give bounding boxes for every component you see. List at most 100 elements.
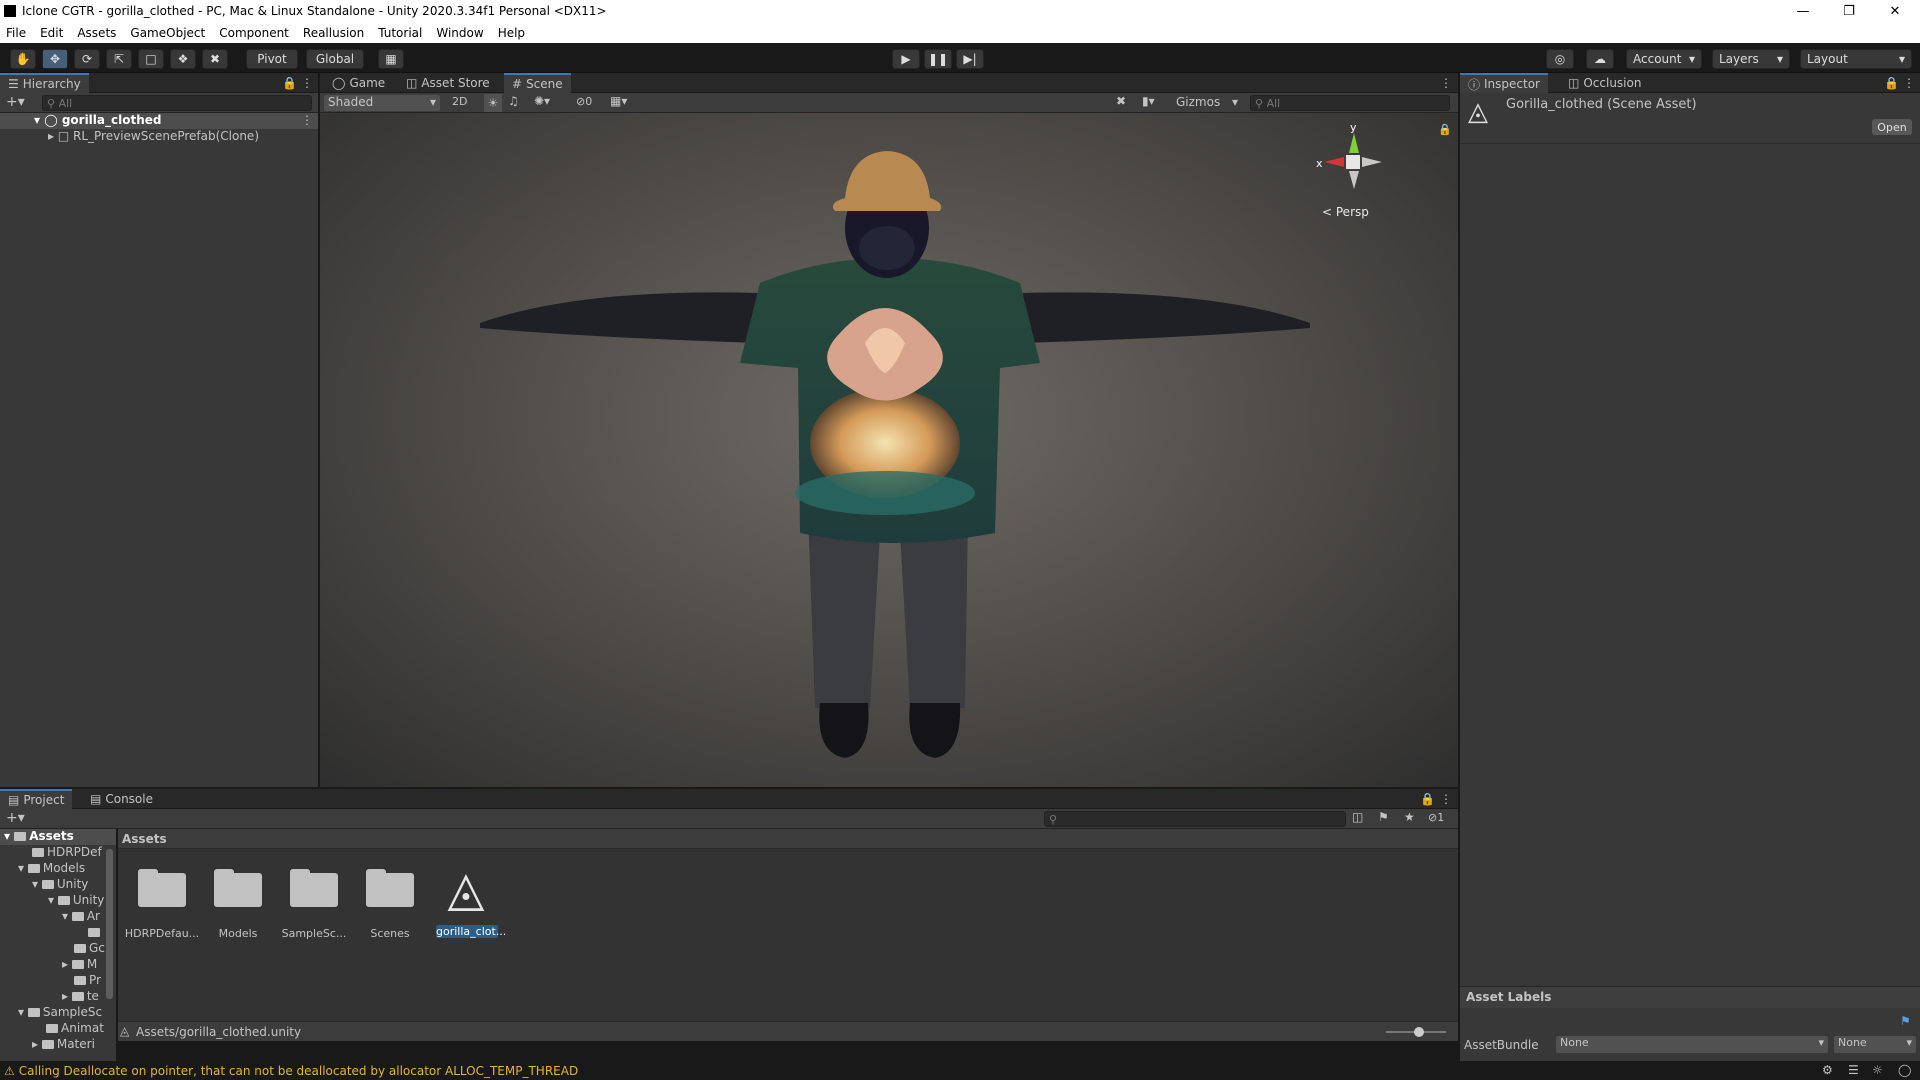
menu-help[interactable]: Help [498, 26, 525, 40]
tree-item-hdrp[interactable]: HDRPDef [32, 845, 102, 859]
tree-item-materi[interactable]: ▸ Materi [32, 1037, 95, 1051]
gizmo-center-cube[interactable] [1346, 155, 1360, 169]
shading-mode-dropdown[interactable]: Shaded ▾ [324, 95, 440, 111]
hidden-packages-counter[interactable]: ⊘ 1 [1428, 811, 1444, 824]
tree-item-samplescenes[interactable]: ▾ SampleSc [18, 1005, 102, 1019]
tree-item-m[interactable]: ▸ M [62, 957, 97, 971]
grid-snap-icon[interactable]: ▦ [378, 49, 404, 69]
kebab-menu-icon[interactable]: ⋮ [301, 76, 313, 90]
menu-tutorial[interactable]: Tutorial [378, 26, 422, 40]
lock-icon[interactable]: 🔒 [1420, 792, 1435, 806]
camera-icon[interactable]: ▮▾ [1142, 94, 1155, 108]
hierarchy-item-prefab[interactable]: ▸ □ RL_PreviewScenePrefab(Clone) [48, 129, 259, 143]
progress-icon[interactable]: ☰ [1848, 1063, 1859, 1077]
tag-icon[interactable]: ⚑ [1900, 1014, 1911, 1028]
collab-icon[interactable]: ◎ [1546, 49, 1574, 69]
cloud-icon[interactable]: ☁ [1586, 49, 1614, 69]
menu-component[interactable]: Component [219, 26, 289, 40]
transform-tool-icon[interactable]: ❖ [170, 49, 196, 69]
folder-icon[interactable] [366, 869, 414, 907]
status-message[interactable]: Calling Deallocate on pointer, that can … [19, 1064, 578, 1078]
assetbundle-dropdown[interactable]: None ▾ [1556, 1036, 1828, 1053]
kebab-menu-icon[interactable]: ⋮ [1440, 792, 1452, 806]
grid-toggle-icon[interactable]: ▦▾ [610, 94, 627, 108]
pause-button[interactable]: ❚❚ [924, 49, 952, 69]
tab-project[interactable]: ▤ Project [0, 789, 73, 809]
tab-inspector[interactable]: ⓘ Inspector [1460, 73, 1548, 93]
toggle-2d-button[interactable]: 2D [452, 95, 467, 108]
add-icon[interactable]: +▾ [6, 94, 25, 110]
open-button[interactable]: Open [1872, 119, 1912, 135]
kebab-menu-icon[interactable]: ⋮ [1903, 76, 1915, 90]
audio-icon[interactable]: ♫ [508, 94, 519, 108]
menu-edit[interactable]: Edit [40, 26, 63, 40]
gizmo-neg-y-cone[interactable] [1349, 171, 1359, 189]
orientation-gizmo[interactable]: y x [1316, 121, 1382, 193]
kebab-menu-icon[interactable]: ⋮ [301, 113, 313, 127]
hidden-objects-counter[interactable]: ⊘ 0 [576, 95, 592, 108]
tab-asset-store[interactable]: ◫ Asset Store [398, 73, 498, 93]
tools-icon[interactable]: ✖ [1116, 94, 1126, 108]
tree-item-animat[interactable]: Animat [46, 1021, 104, 1035]
folder-icon[interactable] [290, 869, 338, 907]
breadcrumb-assets[interactable]: Assets [122, 832, 167, 846]
play-button[interactable]: ▶ [892, 49, 920, 69]
tree-item-te[interactable]: ▸ te [62, 989, 99, 1003]
favorite-star-icon[interactable]: ★ [1404, 810, 1415, 824]
hierarchy-search-input[interactable]: ⚲ All [42, 95, 312, 111]
tab-game[interactable]: ◯ Game [324, 73, 393, 93]
menu-assets[interactable]: Assets [77, 26, 116, 40]
scene-viewport[interactable]: y x 🔒 < Persp [320, 113, 1458, 787]
project-search-input[interactable]: ⚲ [1044, 811, 1346, 827]
scene-search-input[interactable]: ⚲ All [1250, 95, 1450, 111]
scene-root-item[interactable]: ▾ ◯ gorilla_clothed [34, 113, 161, 127]
tree-scrollbar[interactable] [106, 849, 113, 999]
minimize-icon[interactable]: — [1780, 0, 1826, 22]
menu-window[interactable]: Window [436, 26, 483, 40]
variant-dropdown[interactable]: None ▾ [1834, 1036, 1916, 1053]
tab-console[interactable]: ▤ Console [82, 789, 161, 809]
label-filter-icon[interactable]: ⚑ [1378, 810, 1389, 824]
restore-icon[interactable]: ❐ [1826, 0, 1872, 22]
settings-icon[interactable]: ◯ [1898, 1063, 1911, 1077]
move-tool-icon[interactable]: ✥ [42, 49, 68, 69]
layers-dropdown[interactable]: Layers ▾ [1712, 49, 1790, 69]
lock-icon[interactable]: 🔒 [1884, 76, 1899, 90]
tab-occlusion[interactable]: ◫ Occlusion [1560, 73, 1649, 93]
effects-icon[interactable]: ✺▾ [534, 94, 550, 108]
filter-type-icon[interactable]: ◫ [1352, 810, 1363, 824]
tree-item-gc[interactable]: Gc [74, 941, 105, 955]
lighting-status-icon[interactable]: ☼ [1872, 1063, 1883, 1077]
kebab-menu-icon[interactable]: ⋮ [1440, 76, 1452, 90]
tree-item-ar[interactable]: ▾ Ar [62, 909, 100, 923]
lock-icon[interactable]: 🔒 [282, 76, 297, 90]
account-dropdown[interactable]: Account ▾ [1626, 49, 1702, 69]
folder-icon[interactable] [214, 869, 262, 907]
menu-gameobject[interactable]: GameObject [130, 26, 205, 40]
add-icon[interactable]: +▾ [6, 810, 25, 826]
tree-item-unity[interactable]: ▾ Unity [32, 877, 88, 891]
unity-scene-asset-icon[interactable]: ◬ [440, 863, 492, 915]
custom-tool-icon[interactable]: ✖ [202, 49, 228, 69]
bug-icon[interactable]: ⚙ [1822, 1063, 1833, 1077]
tree-item-assets[interactable]: ▾ Assets [4, 829, 74, 843]
tree-item-unity-sub[interactable]: ▾ Unity [48, 893, 104, 907]
tree-item-models[interactable]: ▾ Models [18, 861, 85, 875]
gizmo-lock-icon[interactable]: 🔒 [1438, 123, 1452, 136]
menu-reallusion[interactable]: Reallusion [303, 26, 364, 40]
menu-file[interactable]: File [6, 26, 26, 40]
hand-tool-icon[interactable]: ✋ [10, 49, 36, 69]
folder-icon[interactable] [138, 869, 186, 907]
perspective-toggle[interactable]: < Persp [1322, 205, 1369, 219]
gizmo-x-axis-cone[interactable] [1324, 157, 1344, 167]
pivot-toggle[interactable]: Pivot [246, 49, 298, 69]
gizmo-neg-x-cone[interactable] [1362, 157, 1382, 167]
layout-dropdown[interactable]: Layout ▾ [1800, 49, 1912, 69]
asset-labels-header[interactable]: Asset Labels [1460, 986, 1920, 1008]
global-toggle[interactable]: Global [306, 49, 364, 69]
close-icon[interactable]: ✕ [1872, 0, 1918, 22]
tree-item-folder[interactable] [88, 925, 103, 939]
tab-hierarchy[interactable]: ☰ Hierarchy [0, 73, 89, 93]
zoom-slider-handle[interactable] [1414, 1027, 1424, 1037]
tree-item-pr[interactable]: Pr [74, 973, 101, 987]
